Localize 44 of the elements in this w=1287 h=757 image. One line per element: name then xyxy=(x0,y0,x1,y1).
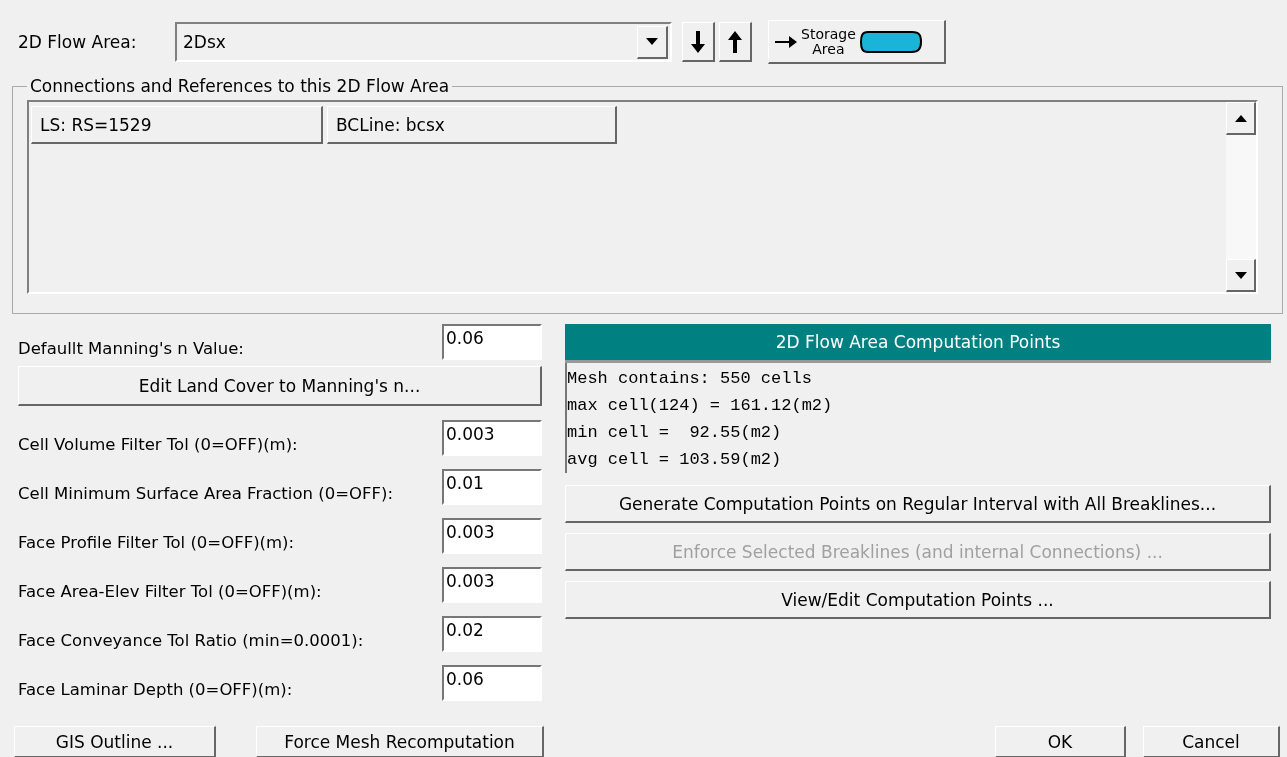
dialog-button[interactable]: Cancel xyxy=(1143,726,1280,757)
edit-land-cover-button[interactable]: Edit Land Cover to Manning's n... xyxy=(18,366,542,406)
mesh-info-line: avg cell = 103.59(m2) xyxy=(567,449,783,471)
right-arrow-icon xyxy=(775,35,797,48)
area-label: Area xyxy=(812,41,845,57)
move-up-button[interactable] xyxy=(719,22,752,62)
mesh-info-line: Mesh contains: 550 cells xyxy=(567,368,813,390)
parameter-label: Face Conveyance Tol Ratio (min=0.0001): xyxy=(18,631,364,652)
scroll-up-icon[interactable] xyxy=(1226,102,1256,135)
parameter-label: Face Profile Filter Tol (0=OFF)(m): xyxy=(18,533,295,554)
down-arrow-icon xyxy=(691,30,705,53)
parameter-label: Cell Volume Filter Tol (0=OFF)(m): xyxy=(18,435,298,456)
mesh-info-line: max cell(124) = 161.12(m2) xyxy=(567,395,834,417)
flow-area-label: 2D Flow Area: xyxy=(18,32,138,52)
flow-area-dropdown[interactable]: 2Dsx xyxy=(175,22,672,62)
parameter-input[interactable]: 0.003 xyxy=(442,518,542,554)
connections-group-title: Connections and References to this 2D Flow Area xyxy=(29,76,451,96)
storage-area-icon xyxy=(859,29,922,54)
manning-input[interactable]: 0.06 xyxy=(442,324,542,360)
mesh-info-line: min cell = 92.55(m2) xyxy=(567,422,783,444)
parameter-input[interactable]: 0.02 xyxy=(442,616,542,652)
connection-item[interactable]: LS: RS=1529 xyxy=(31,106,323,144)
move-down-button[interactable] xyxy=(682,22,715,62)
manning-label: Defaullt Manning's n Value: xyxy=(18,339,244,360)
parameter-label: Face Laminar Depth (0=OFF)(m): xyxy=(18,680,293,701)
scrollbar[interactable] xyxy=(1226,102,1256,292)
computation-points-button[interactable]: Generate Computation Points on Regular Interval with All Breaklines... xyxy=(565,485,1271,523)
dropdown-caret-icon[interactable] xyxy=(637,25,668,59)
computation-points-header: 2D Flow Area Computation Points xyxy=(565,324,1271,363)
parameter-label: Cell Minimum Surface Area Fraction (0=OFF): xyxy=(18,484,393,505)
dialog-button[interactable]: GIS Outline ... xyxy=(14,726,216,757)
parameter-input[interactable]: 0.01 xyxy=(442,469,542,505)
parameter-input[interactable]: 0.003 xyxy=(442,420,542,456)
storage-label: Storage xyxy=(801,26,856,42)
connection-item[interactable]: BCLine: bcsx xyxy=(327,106,617,144)
parameter-input[interactable]: 0.003 xyxy=(442,567,542,603)
parameter-input[interactable]: 0.06 xyxy=(442,665,542,701)
computation-points-button[interactable]: View/Edit Computation Points ... xyxy=(565,581,1271,619)
scroll-down-icon[interactable] xyxy=(1226,259,1256,292)
dialog-button[interactable]: OK xyxy=(995,726,1126,757)
up-arrow-icon xyxy=(728,30,742,53)
parameter-label: Face Area-Elev Filter Tol (0=OFF)(m): xyxy=(18,582,322,603)
storage-area-button[interactable]: Storage Area xyxy=(768,20,946,64)
dialog-button[interactable]: Force Mesh Recomputation xyxy=(256,726,544,757)
